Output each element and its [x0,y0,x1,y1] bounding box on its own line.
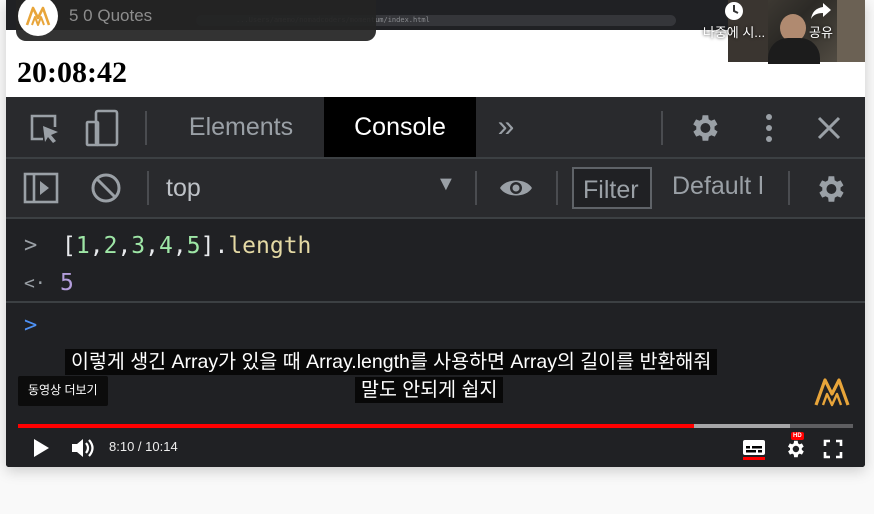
dropdown-arrow-icon[interactable]: ▼ [436,173,456,196]
console-output[interactable]: > [1,2,3,4,5].length <· 5 > [6,219,865,467]
console-result-value: 5 [60,270,74,296]
divider [661,111,663,145]
time-display: 8:10 / 10:14 [109,439,178,454]
tab-elements[interactable]: Elements [171,97,311,157]
clear-console-icon[interactable] [86,171,126,205]
result-arrow-icon: <· [24,273,46,294]
clock-display: 20:08:42 [17,56,127,89]
video-player[interactable]: ...Users/amemo/nomadcoders/momentum/inde… [6,0,865,467]
fullscreen-icon[interactable] [820,437,846,461]
divider [147,171,149,205]
more-videos-button[interactable]: 동영상 더보기 [18,376,108,406]
hd-badge: HD [791,432,804,440]
active-prompt-icon: > [24,313,38,338]
divider [788,171,790,205]
devtools-panel: Elements Console » top ▼ Filter Default … [6,97,865,467]
settings-gear-icon[interactable] [684,109,724,147]
context-selector[interactable]: top [166,170,458,206]
progress-played [18,424,695,428]
log-levels-dropdown[interactable]: Default l [672,172,764,201]
more-tabs-button[interactable]: » [486,97,526,157]
channel-logo-icon [25,6,51,26]
divider [556,171,558,205]
divider [145,111,147,145]
close-icon[interactable] [811,111,847,145]
watch-later-button[interactable]: 나중에 시... [694,0,774,41]
device-toolbar-icon[interactable] [82,109,122,147]
live-expression-eye-icon[interactable] [496,171,536,205]
console-expression: [1,2,3,4,5].length [62,233,312,259]
play-icon[interactable] [28,436,54,460]
watch-later-label: 나중에 시... [702,25,766,40]
console-prompt-line[interactable]: > [6,309,865,349]
filter-input[interactable] [572,167,652,209]
volume-icon[interactable] [68,436,98,460]
console-settings-gear-icon[interactable] [810,171,850,207]
subtitle-line-1: 이렇게 생긴 Array가 있을 때 Array.length를 사용하면 Ar… [65,349,718,375]
input-prompt-icon: > [24,233,38,258]
divider [475,171,477,205]
subtitle-line-2: 말도 안되게 쉽지 [355,377,504,403]
share-button[interactable]: 공유 [796,0,846,41]
video-title-chip[interactable]: 5 0 Quotes [16,0,376,41]
share-icon [796,0,846,22]
channel-avatar[interactable] [18,0,58,36]
video-title[interactable]: 5 0 Quotes [69,6,152,26]
quality-settings-icon[interactable]: HD [781,432,809,462]
subtitles-icon[interactable] [740,436,768,462]
devtools-tabbar: Elements Console » [6,97,865,159]
console-result-line: <· 5 [6,265,865,303]
clock-icon [694,0,774,22]
show-sidebar-icon[interactable] [21,171,61,205]
tab-console[interactable]: Console [324,97,476,157]
console-toolbar: top ▼ Default l [6,159,865,219]
more-vertical-icon[interactable] [754,109,784,147]
progress-bar[interactable] [18,424,853,428]
console-input-line: > [1,2,3,4,5].length [6,227,865,267]
channel-watermark-icon[interactable] [814,377,850,412]
share-label: 공유 [809,25,833,40]
inspect-element-icon[interactable] [24,111,64,145]
